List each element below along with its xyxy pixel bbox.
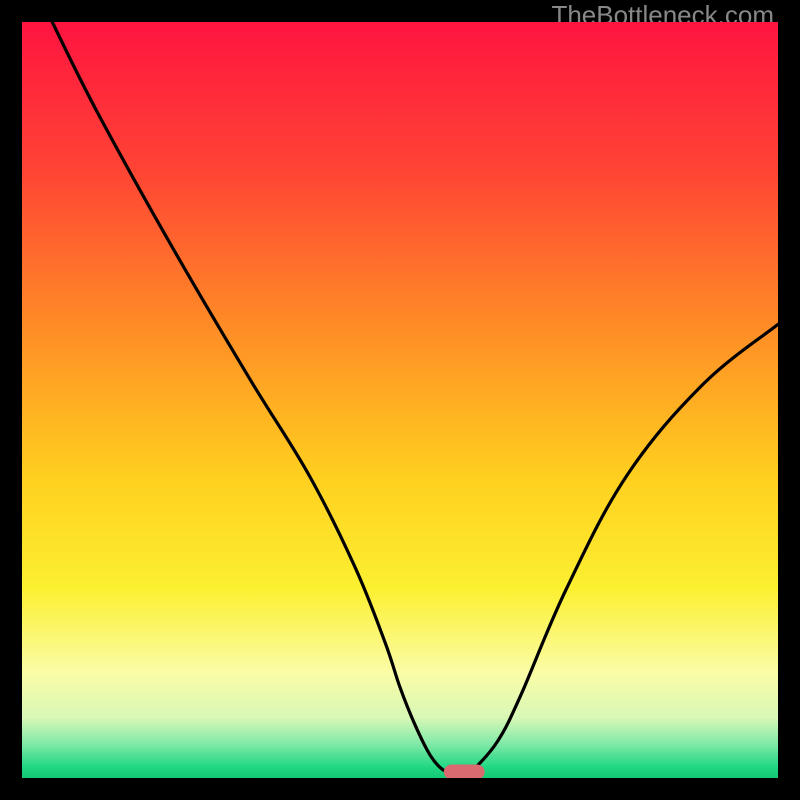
gradient-background xyxy=(22,22,778,778)
bottleneck-chart xyxy=(22,22,778,778)
plot-area xyxy=(22,22,778,778)
optimal-zone-pill xyxy=(444,764,485,778)
chart-stage: TheBottleneck.com xyxy=(0,0,800,800)
